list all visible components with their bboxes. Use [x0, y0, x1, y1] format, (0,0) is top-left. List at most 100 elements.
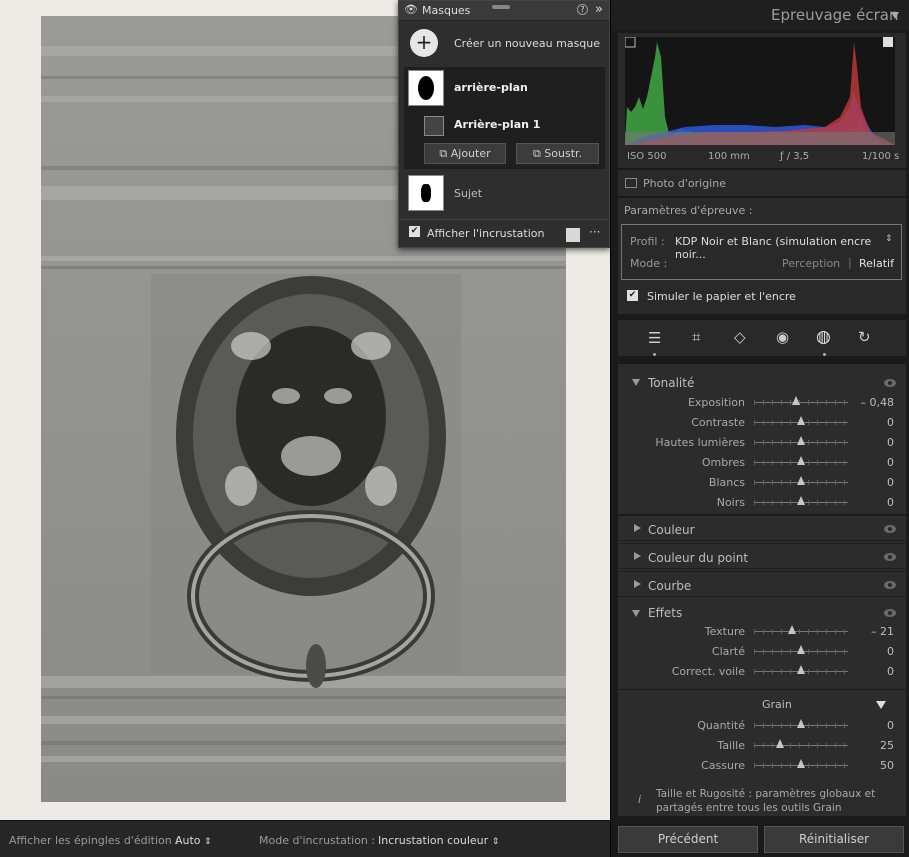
eye-icon[interactable]	[884, 379, 896, 387]
reset-icon[interactable]: ↻	[858, 328, 871, 346]
mode-label: Mode :	[630, 257, 668, 270]
grain-slider-value[interactable]: 0	[854, 719, 894, 732]
slider-thumb[interactable]	[792, 396, 801, 405]
grain-slider-value[interactable]: 50	[854, 759, 894, 772]
overlay-checkbox[interactable]: ✔	[409, 226, 420, 237]
tone-slider[interactable]	[754, 396, 848, 405]
effects-slider-value[interactable]: 0	[854, 645, 894, 658]
mask-component-name[interactable]: Arrière-plan 1	[454, 118, 540, 131]
slider-thumb[interactable]	[797, 496, 805, 505]
eye-icon[interactable]	[884, 525, 896, 533]
mask-icon[interactable]: ◍	[816, 327, 831, 347]
effects-slider[interactable]	[754, 645, 848, 654]
slider-thumb[interactable]	[787, 625, 796, 634]
add-button[interactable]: ⧉ Ajouter	[424, 143, 506, 164]
tone-slider[interactable]	[754, 476, 848, 485]
mode-perception[interactable]: Perception	[782, 257, 840, 270]
grain-slider-label: Cassure	[701, 759, 745, 772]
edit-pins-select[interactable]: Auto ⇕	[175, 834, 212, 847]
expand-icon[interactable]	[634, 524, 641, 532]
slider-ticks	[754, 629, 848, 634]
grain-title: Grain	[762, 698, 792, 711]
subtract-button[interactable]: ⧉ Soustr.	[516, 143, 599, 164]
point-color-section[interactable]: Couleur du point	[618, 543, 906, 569]
grain-slider[interactable]	[754, 759, 848, 768]
subtract-button-label: Soustr.	[544, 147, 583, 160]
overlay-mode-select[interactable]: Incrustation couleur ⇕	[378, 834, 499, 847]
reset-button[interactable]: Réinitialiser	[764, 826, 904, 853]
tone-slider-value[interactable]: 0	[854, 436, 894, 449]
overlay-label: Afficher l'incrustation	[427, 227, 545, 240]
tone-slider-value[interactable]: 0	[854, 416, 894, 429]
effects-slider[interactable]	[754, 625, 848, 634]
header-dropdown-icon[interactable]	[891, 12, 899, 19]
slider-thumb[interactable]	[797, 719, 805, 728]
create-mask-label[interactable]: Créer un nouveau masque	[454, 37, 600, 50]
tone-slider[interactable]	[754, 436, 848, 445]
tone-title[interactable]: Tonalité	[648, 376, 694, 390]
point-color-title: Couleur du point	[648, 551, 749, 565]
curve-section[interactable]: Courbe	[618, 571, 906, 597]
expand-icon[interactable]	[632, 610, 640, 617]
color-title: Couleur	[648, 523, 695, 537]
slider-thumb[interactable]	[797, 476, 805, 485]
expand-icon[interactable]	[634, 552, 641, 560]
mask-component-thumb[interactable]	[424, 116, 444, 136]
slider-thumb[interactable]	[776, 739, 785, 748]
effects-slider-value[interactable]: 0	[854, 665, 894, 678]
masks-panel-header[interactable]: 👁 Masques ? »	[399, 1, 609, 21]
grain-slider-value[interactable]: 25	[854, 739, 894, 752]
eraser-icon[interactable]: ◇	[734, 328, 746, 346]
effects-slider[interactable]	[754, 665, 848, 674]
mask-thumb-background[interactable]	[408, 70, 444, 106]
slider-thumb[interactable]	[797, 645, 805, 654]
redeye-icon[interactable]: ◉	[776, 328, 789, 346]
original-photo-checkbox[interactable]	[625, 178, 637, 188]
mask-name-background[interactable]: arrière-plan	[454, 81, 528, 94]
overlay-color-swatch[interactable]	[566, 228, 580, 242]
create-mask-button[interactable]: +	[410, 29, 438, 57]
sliders-icon[interactable]: ☰	[648, 329, 661, 347]
eye-icon[interactable]	[884, 581, 896, 589]
original-photo-row[interactable]: Photo d'origine	[618, 170, 906, 196]
updown-icon[interactable]: ⇕	[885, 234, 893, 244]
slider-thumb[interactable]	[797, 416, 805, 425]
tone-slider-label: Blancs	[708, 476, 745, 489]
effects-slider-label: Clarté	[711, 645, 745, 658]
slider-thumb[interactable]	[797, 436, 805, 445]
grain-slider[interactable]	[754, 739, 848, 748]
tone-slider[interactable]	[754, 496, 848, 505]
help-icon[interactable]: ?	[577, 4, 588, 15]
histogram-chart[interactable]	[625, 37, 895, 145]
color-section[interactable]: Couleur	[618, 515, 906, 541]
eye-icon[interactable]: 👁	[404, 3, 418, 16]
effects-slider-value[interactable]: – 21	[854, 625, 894, 638]
previous-button[interactable]: Précédent	[618, 826, 758, 853]
slider-thumb[interactable]	[797, 665, 805, 674]
tone-slider-value[interactable]: 0	[854, 456, 894, 469]
expand-icon[interactable]	[634, 580, 641, 588]
grain-slider[interactable]	[754, 719, 848, 728]
simulate-checkbox[interactable]: ✔	[627, 290, 638, 301]
mode-separator: |	[848, 256, 852, 269]
grain-dropdown-icon[interactable]	[876, 701, 886, 709]
slider-thumb[interactable]	[797, 759, 805, 768]
tone-slider-value[interactable]: 0	[854, 476, 894, 489]
eye-icon[interactable]	[884, 553, 896, 561]
mask-thumb-subject[interactable]	[408, 175, 444, 211]
profile-box: Profil : KDP Noir et Blanc (simulation e…	[621, 224, 902, 280]
crop-icon[interactable]: ⌗	[692, 328, 700, 346]
more-icon[interactable]: ···	[589, 225, 600, 239]
mode-relative[interactable]: Relatif	[859, 257, 894, 270]
drag-handle[interactable]	[492, 5, 510, 9]
slider-thumb[interactable]	[797, 456, 805, 465]
collapse-panel-icon[interactable]: »	[595, 2, 603, 17]
tone-slider-value[interactable]: – 0,48	[854, 396, 895, 409]
mask-name-subject[interactable]: Sujet	[454, 187, 482, 200]
tone-slider[interactable]	[754, 416, 848, 425]
expand-icon[interactable]	[632, 379, 640, 386]
effects-title[interactable]: Effets	[648, 606, 682, 620]
tone-slider-value[interactable]: 0	[854, 496, 894, 509]
eye-icon[interactable]	[884, 609, 896, 617]
tone-slider[interactable]	[754, 456, 848, 465]
